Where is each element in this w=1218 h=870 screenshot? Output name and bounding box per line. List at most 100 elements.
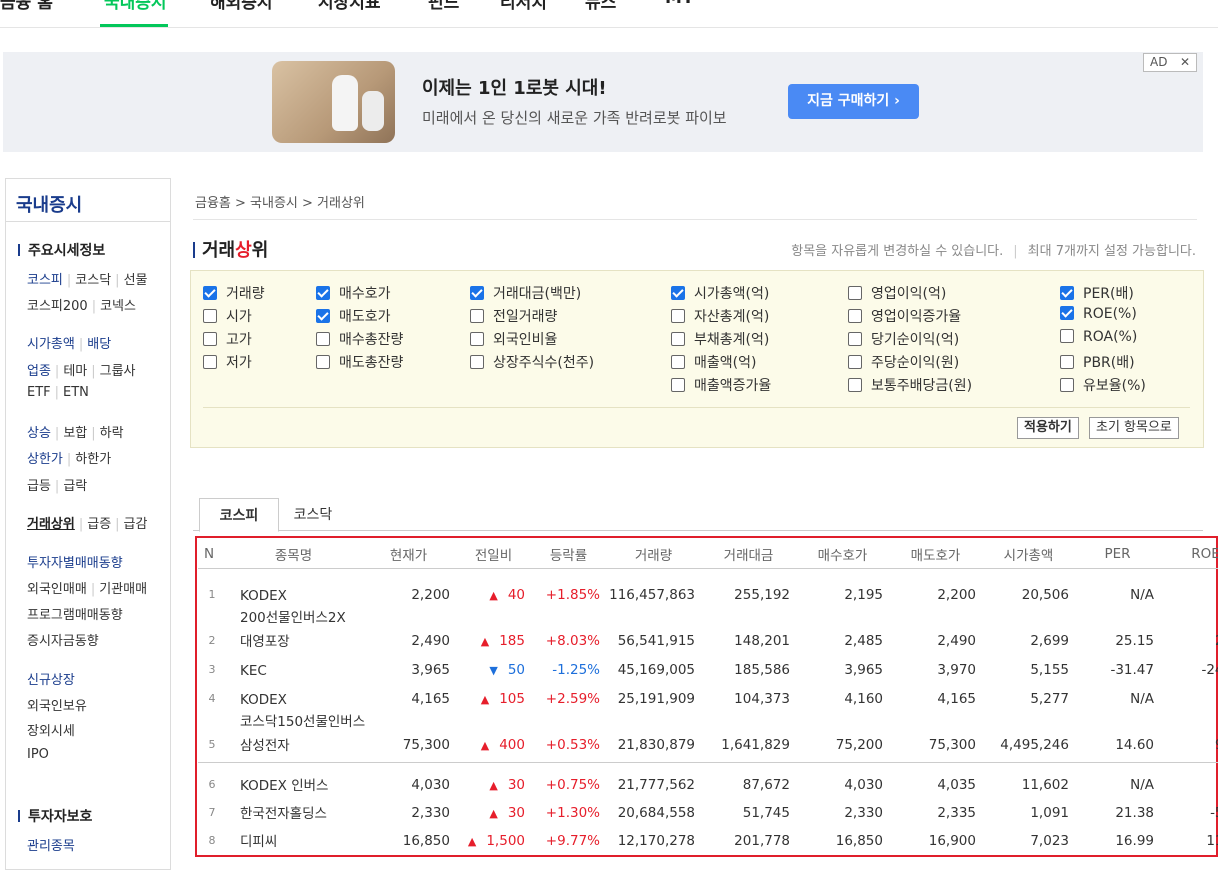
nav-market-index[interactable]: 시장지표 xyxy=(318,0,381,13)
sidebar-title[interactable]: 국내증시 xyxy=(16,191,82,217)
unchecked-box-icon[interactable] xyxy=(203,332,217,346)
option-checkbox[interactable]: 매수총잔량 xyxy=(316,329,403,349)
sidebar-item-rise[interactable]: 상승 xyxy=(27,426,51,441)
sidebar-item-flat[interactable]: 보합 xyxy=(63,426,87,441)
sidebar-item-foreign-holding[interactable]: 외국인보유 xyxy=(27,699,87,714)
table-row[interactable]: 6 KODEX 인버스 4,030 30 +0.75% 21,777,562 87,672 4… xyxy=(198,773,1218,801)
option-checkbox[interactable]: 주당순이익(원) xyxy=(848,352,959,372)
option-checkbox[interactable]: 매도호가 xyxy=(316,306,391,326)
checked-box-icon[interactable] xyxy=(470,286,484,300)
stock-name-link[interactable]: KEC xyxy=(226,658,361,687)
option-checkbox[interactable]: 유보율(%) xyxy=(1060,375,1146,395)
table-row[interactable]: 8 디피씨 16,850 1,500 +9.77% 12,170,278 201,778 16… xyxy=(198,829,1218,857)
table-row[interactable]: 5 삼성전자 75,300 400 +0.53% 21,830,879 1,641,829 7… xyxy=(198,733,1218,759)
unchecked-box-icon[interactable] xyxy=(470,355,484,369)
option-checkbox[interactable]: 영업이익(억) xyxy=(848,283,946,303)
sidebar-item-futures[interactable]: 선물 xyxy=(124,273,148,288)
option-checkbox[interactable]: 당기순이익(억) xyxy=(848,329,959,349)
nav-my[interactable]: MY xyxy=(665,0,694,8)
reset-button[interactable]: 초기 항목으로 xyxy=(1089,417,1179,439)
sidebar-item-investor-trend[interactable]: 투자자별매매동향 xyxy=(27,556,123,571)
checked-box-icon[interactable] xyxy=(316,309,330,323)
stock-name-link[interactable]: 삼성전자 xyxy=(226,733,361,759)
checked-box-icon[interactable] xyxy=(1060,306,1074,320)
unchecked-box-icon[interactable] xyxy=(1060,329,1074,343)
sidebar-item-fall[interactable]: 하락 xyxy=(100,426,124,441)
nav-finance-home[interactable]: 금융 홈 xyxy=(0,0,53,13)
checked-box-icon[interactable] xyxy=(671,286,685,300)
sidebar-item-plunge[interactable]: 급락 xyxy=(63,479,87,494)
sidebar-item-kospi[interactable]: 코스피 xyxy=(27,273,63,288)
stock-name-link[interactable]: KODEX 코스닥150선물인버스 xyxy=(226,687,365,733)
sidebar-item-dividend[interactable]: 배당 xyxy=(87,337,111,352)
apply-button[interactable]: 적용하기 xyxy=(1017,417,1079,439)
unchecked-box-icon[interactable] xyxy=(316,332,330,346)
unchecked-box-icon[interactable] xyxy=(671,378,685,392)
tab-kosdaq[interactable]: 코스닥 xyxy=(283,498,343,530)
sidebar-item-ipo[interactable]: IPO xyxy=(27,747,49,762)
sidebar-item-group[interactable]: 그룹사 xyxy=(100,364,136,379)
sidebar-item-etn[interactable]: ETN xyxy=(63,385,89,400)
option-checkbox[interactable]: ROE(%) xyxy=(1060,306,1137,322)
unchecked-box-icon[interactable] xyxy=(671,355,685,369)
unchecked-box-icon[interactable] xyxy=(848,378,862,392)
table-row[interactable]: 2 대영포장 2,490 185 +8.03% 56,541,915 148,201 2,48… xyxy=(198,629,1218,658)
option-checkbox[interactable]: 매출액증가율 xyxy=(671,375,771,395)
ad-title[interactable]: 이제는 1인 1로봇 시대! xyxy=(422,74,607,100)
option-checkbox[interactable]: 보통주배당금(원) xyxy=(848,375,972,395)
sidebar-item-konex[interactable]: 코넥스 xyxy=(100,299,136,314)
sidebar-item-foreign-trade[interactable]: 외국인매매 xyxy=(27,582,87,597)
sidebar-item-new-listing[interactable]: 신규상장 xyxy=(27,673,75,688)
unchecked-box-icon[interactable] xyxy=(470,332,484,346)
stock-name-link[interactable]: 대영포장 xyxy=(226,629,361,658)
stock-name-link[interactable]: KODEX 200선물인버스2X xyxy=(226,569,361,630)
sidebar-item-theme[interactable]: 테마 xyxy=(63,364,87,379)
buy-now-button[interactable]: 지금 구매하기 › xyxy=(788,84,919,119)
sidebar-item-program-trade[interactable]: 프로그램매매동향 xyxy=(27,608,123,623)
option-checkbox[interactable]: 시가총액(억) xyxy=(671,283,769,303)
unchecked-box-icon[interactable] xyxy=(316,355,330,369)
option-checkbox[interactable]: ROA(%) xyxy=(1060,329,1137,345)
unchecked-box-icon[interactable] xyxy=(203,355,217,369)
stock-name-link[interactable]: 디피씨 xyxy=(226,829,361,857)
option-checkbox[interactable]: 매도총잔량 xyxy=(316,352,403,372)
option-checkbox[interactable]: 자산총계(억) xyxy=(671,306,769,326)
sidebar-item-surge[interactable]: 급등 xyxy=(27,479,51,494)
sidebar-item-top-volume[interactable]: 거래상위 xyxy=(27,517,75,532)
option-checkbox[interactable]: 영업이익증가율 xyxy=(848,306,961,326)
sidebar-item-market-funds[interactable]: 증시자금동향 xyxy=(27,634,99,649)
option-checkbox[interactable]: 저가 xyxy=(203,352,252,372)
unchecked-box-icon[interactable] xyxy=(1060,355,1074,369)
option-checkbox[interactable]: 외국인비율 xyxy=(470,329,557,349)
unchecked-box-icon[interactable] xyxy=(203,309,217,323)
table-row[interactable]: 4 KODEX 코스닥150선물인버스 4,165 105 +2.59% 25,191,9… xyxy=(198,687,1218,733)
ad-subtitle[interactable]: 미래에서 온 당신의 새로운 가족 반려로봇 파이보 xyxy=(422,107,727,128)
sidebar-item-market-cap[interactable]: 시가총액 xyxy=(27,337,75,352)
option-checkbox[interactable]: 거래대금(백만) xyxy=(470,283,581,303)
checked-box-icon[interactable] xyxy=(1060,286,1074,300)
ad-label[interactable]: AD ✕ xyxy=(1143,53,1197,72)
robot-ad-image[interactable] xyxy=(272,61,395,143)
option-checkbox[interactable]: PER(배) xyxy=(1060,283,1134,303)
sidebar-item-kospi200[interactable]: 코스피200 xyxy=(27,299,88,314)
sidebar-item-otc[interactable]: 장외시세 xyxy=(27,724,75,739)
nav-fund[interactable]: 펀드 xyxy=(428,0,459,13)
option-checkbox[interactable]: 고가 xyxy=(203,329,252,349)
tab-kospi[interactable]: 코스피 xyxy=(199,498,279,532)
breadcrumb[interactable]: 금융홈 > 국내증시 > 거래상위 xyxy=(195,192,365,211)
unchecked-box-icon[interactable] xyxy=(848,309,862,323)
sidebar-item-kosdaq[interactable]: 코스닥 xyxy=(75,273,111,288)
sidebar-item-volume-surge[interactable]: 급증 xyxy=(87,517,111,532)
option-checkbox[interactable]: 부채총계(억) xyxy=(671,329,769,349)
ad-banner[interactable]: 이제는 1인 1로봇 시대! 미래에서 온 당신의 새로운 가족 반려로봇 파이… xyxy=(3,52,1203,152)
sidebar-item-institution-trade[interactable]: 기관매매 xyxy=(99,582,147,597)
checked-box-icon[interactable] xyxy=(316,286,330,300)
table-row[interactable]: 7 한국전자홀딩스 2,330 30 +1.30% 20,684,558 51,745 2,3… xyxy=(198,801,1218,829)
option-checkbox[interactable]: PBR(배) xyxy=(1060,352,1135,372)
sidebar-item-volume-drop[interactable]: 급감 xyxy=(124,517,148,532)
stock-name-link[interactable]: 한국전자홀딩스 xyxy=(226,801,361,829)
sidebar-item-etf[interactable]: ETF xyxy=(27,385,51,400)
nav-news[interactable]: 뉴스 xyxy=(585,0,616,13)
unchecked-box-icon[interactable] xyxy=(848,286,862,300)
sidebar-item-upper-limit[interactable]: 상한가 xyxy=(27,452,63,467)
